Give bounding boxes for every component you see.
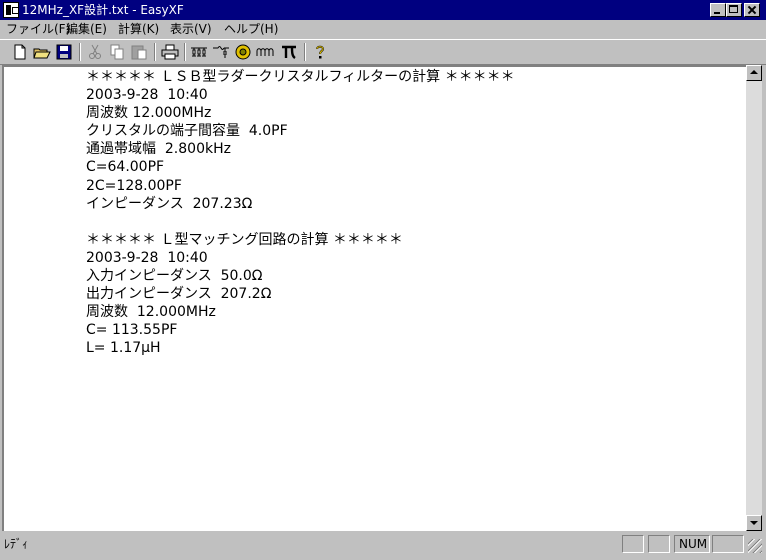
coil-icon[interactable] bbox=[256, 43, 274, 61]
status-text: ﾚﾃﾞｨ bbox=[4, 537, 29, 551]
minimize-button[interactable] bbox=[710, 3, 726, 17]
copy-icon[interactable] bbox=[108, 43, 126, 61]
close-button[interactable] bbox=[744, 3, 760, 17]
paste-icon[interactable] bbox=[130, 43, 148, 61]
scroll-up-button[interactable] bbox=[746, 65, 762, 81]
toolbar-separator bbox=[184, 43, 186, 61]
toolbar-separator bbox=[79, 43, 81, 61]
maximize-button[interactable] bbox=[726, 3, 742, 17]
open-folder-icon[interactable] bbox=[33, 43, 51, 61]
title-bar[interactable]: 12MHz_XF設計.txt - EasyXF bbox=[0, 0, 766, 20]
matching-network-icon[interactable] bbox=[212, 43, 230, 61]
vertical-scrollbar[interactable] bbox=[746, 65, 762, 531]
document-area[interactable]: ＊＊＊＊＊ ＬＳＢ型ラダークリスタルフィルターの計算 ＊＊＊＊＊ 2003-9-… bbox=[2, 65, 746, 531]
status-panel-blank bbox=[712, 535, 744, 553]
pi-network-icon[interactable] bbox=[280, 43, 298, 61]
menu-bar: ファイル(F) 編集(E) 計算(K) 表示(V) ヘルプ(H) bbox=[0, 20, 766, 39]
print-icon[interactable] bbox=[161, 43, 179, 61]
save-icon[interactable] bbox=[55, 43, 73, 61]
help-icon[interactable] bbox=[311, 43, 329, 61]
new-file-icon[interactable] bbox=[11, 43, 29, 61]
toolbar-separator bbox=[154, 43, 156, 61]
menu-view[interactable]: 表示(V) bbox=[170, 22, 212, 37]
scroll-down-button[interactable] bbox=[746, 515, 762, 531]
document-text[interactable]: ＊＊＊＊＊ ＬＳＢ型ラダークリスタルフィルターの計算 ＊＊＊＊＊ 2003-9-… bbox=[86, 68, 515, 358]
menu-help[interactable]: ヘルプ(H) bbox=[224, 22, 278, 37]
status-bar: ﾚﾃﾞｨ NUM bbox=[0, 533, 766, 555]
toolbar-separator bbox=[304, 43, 306, 61]
toolbar bbox=[0, 39, 766, 65]
ladder-filter-icon[interactable] bbox=[190, 43, 208, 61]
status-panel-blank bbox=[648, 535, 670, 553]
cut-icon[interactable] bbox=[86, 43, 104, 61]
menu-file[interactable]: ファイル(F) bbox=[6, 22, 70, 37]
resize-grip[interactable] bbox=[748, 539, 762, 553]
crystal-icon[interactable] bbox=[234, 43, 252, 61]
status-num-indicator: NUM bbox=[674, 535, 710, 553]
status-panel-blank bbox=[622, 535, 644, 553]
app-icon[interactable] bbox=[3, 2, 19, 18]
menu-calc[interactable]: 計算(K) bbox=[118, 22, 159, 37]
menu-edit[interactable]: 編集(E) bbox=[66, 22, 107, 37]
window-title: 12MHz_XF設計.txt - EasyXF bbox=[22, 3, 184, 17]
